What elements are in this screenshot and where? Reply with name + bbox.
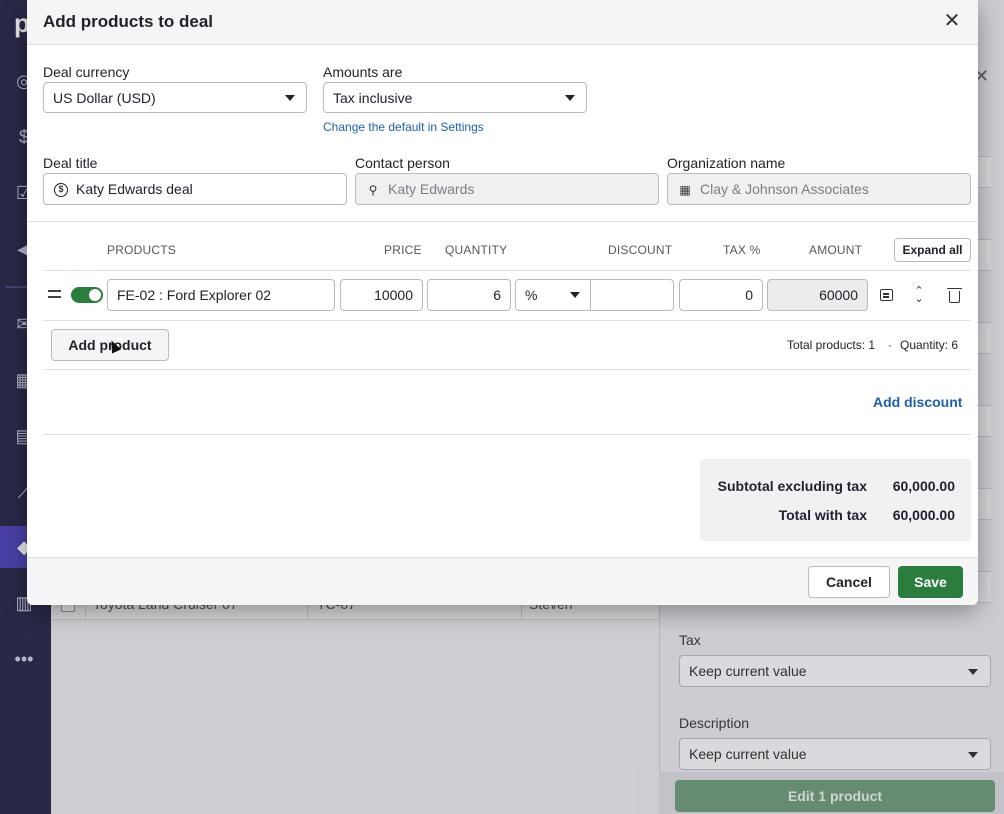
add-products-modal: Add products to deal ✕ Deal currency US … [27,0,978,605]
dollar-icon: $ [53,182,69,198]
deal-title-input[interactable]: $ Katy Edwards deal [43,173,347,205]
amounts-are-value: Tax inclusive [333,90,413,106]
total-label: Total with tax [778,507,867,523]
amount-field: 60000 [767,279,868,311]
total-value: 60,000.00 [892,507,955,523]
organization-value: Clay & Johnson Associates [700,181,869,197]
subtotal-label: Subtotal excluding tax [717,478,867,494]
deal-title-label: Deal title [43,155,98,171]
amounts-are-select[interactable]: Tax inclusive [323,82,587,113]
subtotal-value: 60,000.00 [892,478,955,494]
organization-label: Organization name [667,155,786,171]
column-header-quantity: QUANTITY [445,243,508,257]
amounts-are-label: Amounts are [323,64,403,80]
deal-currency-value: US Dollar (USD) [53,90,156,106]
note-icon[interactable] [877,286,895,304]
contact-person-input: ⚲ Katy Edwards [355,173,659,205]
person-icon: ⚲ [368,183,378,197]
tax-input[interactable]: 0 [679,279,763,311]
expand-row-icon[interactable]: ⌃ ⌄ [910,286,928,305]
modal-title: Add products to deal [43,12,213,31]
building-icon: ▦ [679,183,691,197]
discount-type-value: % [525,287,538,303]
modal-footer: Cancel Save [27,557,978,605]
product-input[interactable]: FE-02 : Ford Explorer 02 [107,279,335,311]
cancel-button[interactable]: Cancel [808,566,890,598]
contact-person-label: Contact person [355,155,450,171]
discount-type-select[interactable]: % [515,279,591,311]
deal-title-value: Katy Edwards deal [76,181,193,197]
trash-icon[interactable] [945,286,963,304]
modal-body: Deal currency US Dollar (USD) Amounts ar… [27,46,978,557]
column-header-products: PRODUCTS [107,243,176,257]
divider [43,270,971,271]
totals-separator: · [888,338,892,352]
total-products: Total products: 1 [787,338,876,352]
drag-handle-icon[interactable] [48,290,61,298]
deal-currency-select[interactable]: US Dollar (USD) [43,82,307,113]
modal-header: Add products to deal ✕ [27,0,978,45]
toggle-knob [89,289,101,301]
add-discount-link[interactable]: Add discount [873,394,962,410]
discount-input[interactable] [590,279,674,311]
column-header-tax: TAX % [723,243,761,257]
organization-input: ▦ Clay & Johnson Associates [667,173,971,205]
close-icon[interactable]: ✕ [941,10,963,32]
total-quantity: Quantity: 6 [900,338,959,352]
price-input[interactable]: 10000 [340,279,423,311]
deal-currency-label: Deal currency [43,64,130,80]
quantity-input[interactable]: 6 [427,279,511,311]
divider [27,221,978,222]
divider [43,434,971,435]
column-header-price: PRICE [384,243,422,257]
chevron-down-icon [565,95,575,101]
chevron-down-icon [570,292,580,298]
column-header-amount: AMOUNT [809,243,863,257]
settings-link[interactable]: Change the default in Settings [323,120,484,134]
product-enabled-toggle[interactable] [71,287,103,303]
column-header-discount: DISCOUNT [608,243,673,257]
expand-all-button[interactable]: Expand all [894,238,971,262]
divider [43,369,971,370]
contact-person-value: Katy Edwards [388,181,475,197]
summary-box: Subtotal excluding tax 60,000.00 Total w… [700,459,971,541]
chevron-down-icon [285,95,295,101]
save-button[interactable]: Save [898,566,963,598]
divider [43,320,971,321]
